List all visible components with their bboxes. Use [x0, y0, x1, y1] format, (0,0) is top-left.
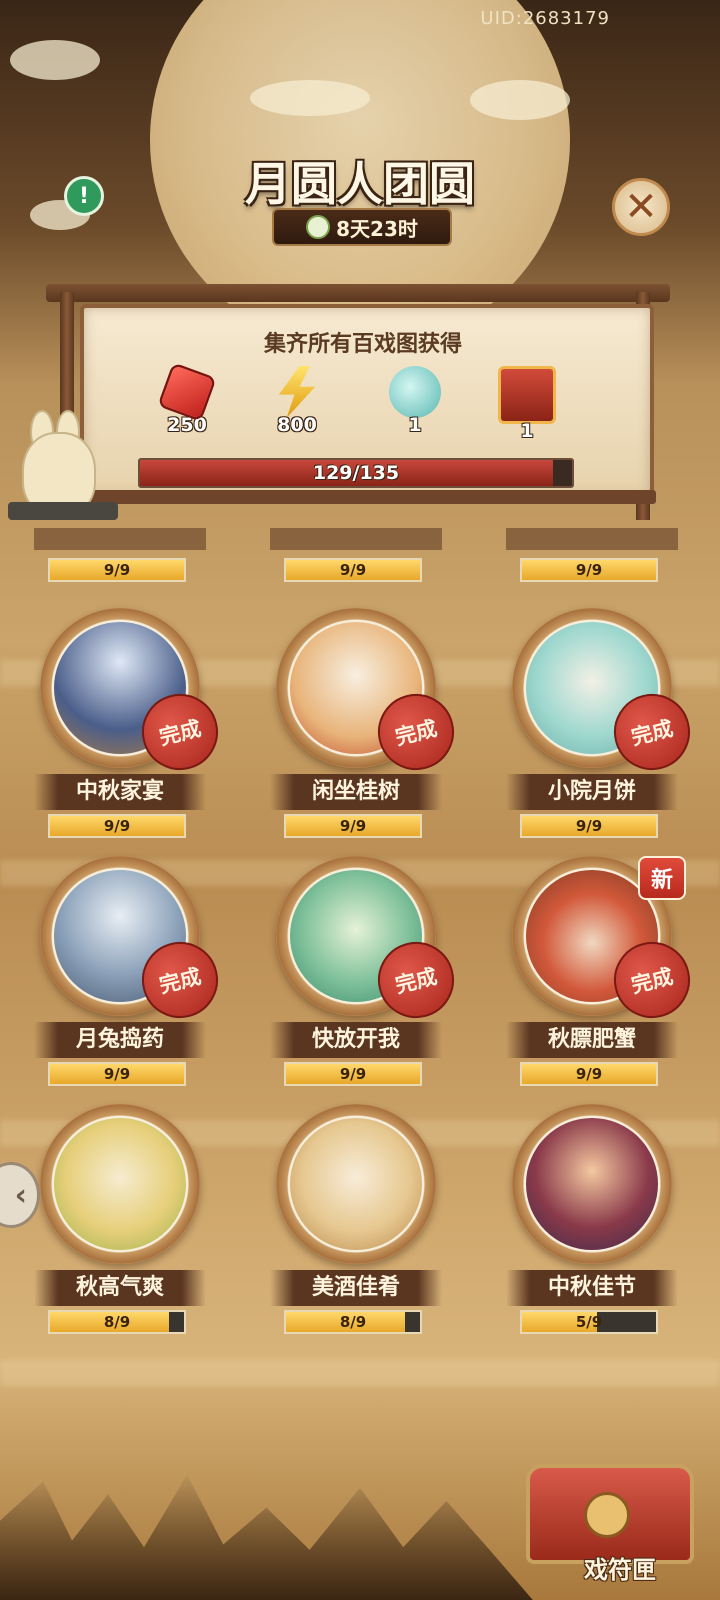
card-name: 小院月饼 [506, 774, 678, 810]
background-streak [0, 1360, 720, 1386]
total-progress-bar: 129/135 [138, 458, 574, 488]
board-beam [46, 284, 670, 302]
osmanthus-blossom-deco [250, 80, 370, 116]
card-progress-text: 8/9 [103, 1313, 131, 1331]
mystery-chest-icon [498, 366, 556, 424]
card-name: 中秋家宴 [34, 774, 206, 810]
card-progress-text: 9/9 [575, 1065, 603, 1083]
scene-illustration [54, 1118, 186, 1250]
scene-illustration [526, 1118, 658, 1250]
card-progress-text: 9/9 [103, 1065, 131, 1083]
card-progress-bar: 9/9 [284, 558, 422, 582]
rabbit-stool [8, 502, 118, 520]
event-timer: 8天23时 [272, 208, 452, 246]
osmanthus-blossom-deco [10, 40, 100, 80]
card-progress-bar: 9/9 [520, 814, 658, 838]
card-progress-bar: 8/9 [284, 1310, 422, 1334]
osmanthus-blossom-deco [470, 80, 570, 120]
card-progress-bar: 9/9 [520, 1062, 658, 1086]
rabbit-decoration [8, 410, 118, 520]
reward-lightning[interactable]: 800 [252, 366, 342, 436]
card-progress-text: 9/9 [339, 561, 367, 579]
card-progress-bar: 9/9 [284, 1062, 422, 1086]
card-name: 月兔捣药 [34, 1022, 206, 1058]
card-name: 秋膘肥蟹 [506, 1022, 678, 1058]
card-progress-text: 8/9 [339, 1313, 367, 1331]
chest-lock [584, 1492, 630, 1538]
card-progress-bar: 9/9 [48, 558, 186, 582]
ruby-icon [160, 365, 214, 419]
card-name-partial [270, 528, 442, 550]
lightning-icon [278, 366, 316, 418]
close-button[interactable]: ✕ [612, 178, 670, 236]
card-medallion [30, 1100, 210, 1270]
card-progress-text: 9/9 [103, 817, 131, 835]
card-name-partial [34, 528, 206, 550]
card-progress-bar: 9/9 [520, 558, 658, 582]
close-icon: ✕ [624, 184, 658, 230]
card-progress-text: 9/9 [103, 561, 131, 579]
card-progress-text: 9/9 [575, 817, 603, 835]
reward-jade-cloud[interactable]: 1 [370, 366, 460, 436]
reward-mystery-chest[interactable]: 1 [482, 366, 572, 442]
back-arrow-icon: ‹ [14, 1177, 27, 1213]
card-name: 秋高气爽 [34, 1270, 206, 1306]
reward-ruby[interactable]: 250 [142, 365, 232, 436]
chest-label: 戏符匣 [584, 1556, 656, 1584]
reward-qty: 1 [408, 414, 422, 436]
card-progress-text: 9/9 [339, 817, 367, 835]
card-progress-bar: 9/9 [48, 1062, 186, 1086]
card-name: 中秋佳节 [506, 1270, 678, 1306]
reward-qty: 800 [277, 414, 317, 436]
board-base [70, 490, 656, 504]
card-progress-bar: 8/9 [48, 1310, 186, 1334]
clock-icon [306, 215, 331, 239]
card-progress-text: 9/9 [575, 561, 603, 579]
scene-illustration [290, 1118, 422, 1250]
card-progress-bar: 9/9 [48, 814, 186, 838]
reward-board-title: 集齐所有百戏图获得 [263, 332, 462, 357]
card-progress-text: 9/9 [339, 1065, 367, 1083]
card-progress-bar: 5/9 [520, 1310, 658, 1334]
card-medallion [502, 1100, 682, 1270]
card-name-partial [506, 528, 678, 550]
jade-cloud-icon [389, 366, 441, 418]
talisman-chest-button[interactable] [520, 1444, 696, 1564]
reward-qty: 1 [520, 420, 534, 442]
card-name: 美酒佳肴 [270, 1270, 442, 1306]
user-id-label: UID:2683179 [480, 8, 610, 29]
card-progress-bar: 9/9 [284, 814, 422, 838]
reward-qty: 250 [167, 414, 207, 436]
card-medallion [266, 1100, 446, 1270]
card-name: 快放开我 [270, 1022, 442, 1058]
timer-text: 8天23时 [336, 216, 418, 241]
total-progress-text: 129/135 [312, 462, 400, 484]
card-progress-text: 5/9 [575, 1313, 603, 1331]
new-badge: 新 [638, 856, 686, 900]
card-name: 闲坐桂树 [270, 774, 442, 810]
